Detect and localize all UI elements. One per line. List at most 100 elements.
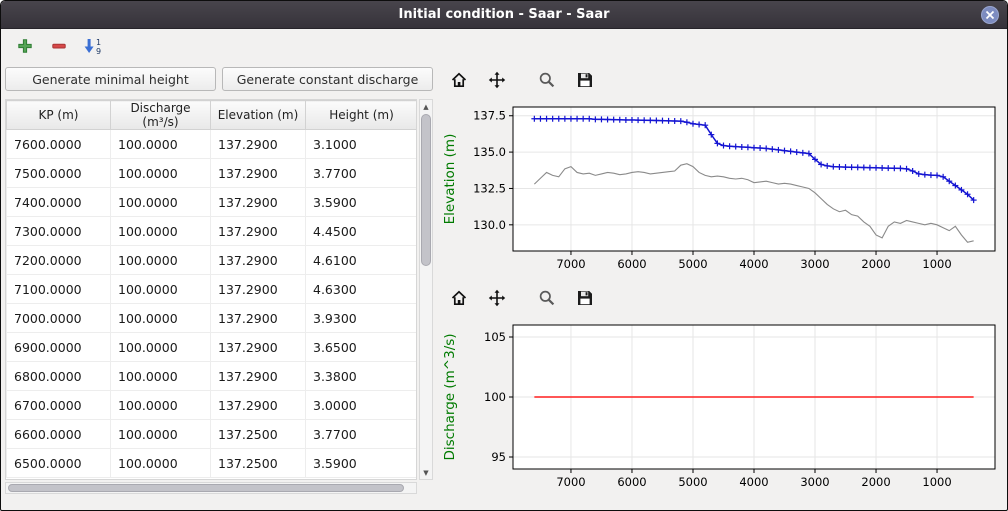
- close-icon: [985, 10, 995, 20]
- elevation-plot-canvas[interactable]: 7000600050004000300020001000130.0132.513…: [438, 97, 1003, 281]
- table-cell[interactable]: 7500.0000: [7, 159, 111, 188]
- svg-text:3000: 3000: [800, 257, 829, 271]
- table-cell[interactable]: 6900.0000: [7, 333, 111, 362]
- table-cell[interactable]: 7600.0000: [7, 130, 111, 159]
- table-cell[interactable]: 6800.0000: [7, 362, 111, 391]
- table-cell[interactable]: 3.7700: [306, 159, 418, 188]
- table-cell[interactable]: 100.0000: [111, 130, 211, 159]
- svg-text:1000: 1000: [922, 475, 951, 489]
- table-cell[interactable]: 3.0000: [306, 391, 418, 420]
- table-cell[interactable]: 3.7700: [306, 420, 418, 449]
- table-cell[interactable]: 6700.0000: [7, 391, 111, 420]
- scroll-down-arrow[interactable]: ▼: [420, 466, 432, 479]
- table-cell[interactable]: 100.0000: [111, 217, 211, 246]
- window-title: Initial condition - Saar - Saar: [398, 7, 609, 22]
- table-row: 6800.0000100.0000137.29003.3800: [7, 362, 418, 391]
- table-cell[interactable]: 4.6300: [306, 275, 418, 304]
- table-cell[interactable]: 6600.0000: [7, 420, 111, 449]
- table-cell[interactable]: 3.3800: [306, 362, 418, 391]
- table-cell[interactable]: 137.2900: [211, 333, 306, 362]
- zoom-button[interactable]: [532, 284, 562, 312]
- home-icon: [450, 289, 468, 307]
- table-cell[interactable]: 7100.0000: [7, 275, 111, 304]
- table-cell[interactable]: 4.6100: [306, 246, 418, 275]
- horizontal-scrollbar-thumb[interactable]: [8, 484, 404, 492]
- table-cell[interactable]: 100.0000: [111, 333, 211, 362]
- main-toolbar: 1 9: [1, 29, 1007, 63]
- table-cell[interactable]: 137.2900: [211, 130, 306, 159]
- table-cell[interactable]: 137.2900: [211, 246, 306, 275]
- table-row: 7500.0000100.0000137.29003.7700: [7, 159, 418, 188]
- horizontal-scrollbar[interactable]: [5, 482, 417, 494]
- table-cell[interactable]: 137.2900: [211, 188, 306, 217]
- vertical-scrollbar-thumb[interactable]: [421, 114, 431, 266]
- table-cell[interactable]: 3.1000: [306, 130, 418, 159]
- table-cell[interactable]: 4.4500: [306, 217, 418, 246]
- zoom-icon: [538, 289, 556, 307]
- generate-constant-discharge-button[interactable]: Generate constant discharge: [222, 67, 433, 91]
- column-header[interactable]: Discharge (m³/s): [111, 101, 211, 130]
- zoom-button[interactable]: [532, 66, 562, 94]
- table-row: 6900.0000100.0000137.29003.6500: [7, 333, 418, 362]
- table-cell[interactable]: 7200.0000: [7, 246, 111, 275]
- table-cell[interactable]: 7400.0000: [7, 188, 111, 217]
- table-cell[interactable]: 3.5900: [306, 449, 418, 478]
- scroll-up-arrow[interactable]: ▲: [420, 100, 432, 113]
- table-cell[interactable]: 6500.0000: [7, 449, 111, 478]
- svg-text:7000: 7000: [556, 257, 585, 271]
- svg-text:130.0: 130.0: [473, 218, 506, 232]
- svg-text:1: 1: [96, 38, 101, 47]
- table-cell[interactable]: 100.0000: [111, 246, 211, 275]
- svg-text:9: 9: [96, 47, 101, 55]
- add-row-button[interactable]: [11, 32, 39, 60]
- table-cell[interactable]: 100.0000: [111, 362, 211, 391]
- save-button[interactable]: [570, 284, 600, 312]
- discharge-plot-canvas[interactable]: 700060005000400030002000100095100105Disc…: [438, 315, 1003, 499]
- table-cell[interactable]: 100.0000: [111, 391, 211, 420]
- table-cell[interactable]: 137.2900: [211, 362, 306, 391]
- table-cell[interactable]: 137.2900: [211, 275, 306, 304]
- column-header[interactable]: Height (m): [306, 101, 418, 130]
- table-cell[interactable]: 100.0000: [111, 304, 211, 333]
- pan-button[interactable]: [482, 66, 512, 94]
- app-window: Initial condition - Saar - Saar 1 9: [0, 0, 1008, 511]
- table-cell[interactable]: 3.9300: [306, 304, 418, 333]
- table-cell[interactable]: 3.6500: [306, 333, 418, 362]
- table-row: 7400.0000100.0000137.29003.5900: [7, 188, 418, 217]
- table-cell[interactable]: 137.2900: [211, 304, 306, 333]
- plus-icon: [17, 38, 33, 54]
- minus-icon: [51, 38, 67, 54]
- svg-text:132.5: 132.5: [473, 181, 506, 195]
- svg-text:1000: 1000: [922, 257, 951, 271]
- table-cell[interactable]: 137.2500: [211, 449, 306, 478]
- table-cell[interactable]: 137.2500: [211, 420, 306, 449]
- column-header[interactable]: Elevation (m): [211, 101, 306, 130]
- remove-row-button[interactable]: [45, 32, 73, 60]
- close-button[interactable]: [981, 6, 999, 24]
- table-cell[interactable]: 100.0000: [111, 275, 211, 304]
- table-cell[interactable]: 137.2900: [211, 217, 306, 246]
- table-cell[interactable]: 100.0000: [111, 188, 211, 217]
- table-cell[interactable]: 100.0000: [111, 420, 211, 449]
- vertical-scrollbar[interactable]: ▲ ▼: [419, 99, 433, 480]
- column-header[interactable]: KP (m): [7, 101, 111, 130]
- svg-text:3000: 3000: [800, 475, 829, 489]
- home-button[interactable]: [444, 66, 474, 94]
- svg-text:Discharge (m^3/s): Discharge (m^3/s): [442, 333, 458, 460]
- table-cell[interactable]: 3.5900: [306, 188, 418, 217]
- generate-buttons-row: Generate minimal height Generate constan…: [5, 67, 433, 91]
- table-cell[interactable]: 100.0000: [111, 159, 211, 188]
- sort-button[interactable]: 1 9: [79, 32, 107, 60]
- home-button[interactable]: [444, 284, 474, 312]
- svg-text:4000: 4000: [739, 475, 768, 489]
- svg-text:4000: 4000: [739, 257, 768, 271]
- table-cell[interactable]: 7300.0000: [7, 217, 111, 246]
- table-cell[interactable]: 137.2900: [211, 159, 306, 188]
- save-button[interactable]: [570, 66, 600, 94]
- table-cell[interactable]: 100.0000: [111, 449, 211, 478]
- initial-condition-table: KP (m)Discharge (m³/s)Elevation (m)Heigh…: [6, 100, 417, 478]
- table-cell[interactable]: 7000.0000: [7, 304, 111, 333]
- pan-button[interactable]: [482, 284, 512, 312]
- table-cell[interactable]: 137.2900: [211, 391, 306, 420]
- generate-minimal-height-button[interactable]: Generate minimal height: [5, 67, 216, 91]
